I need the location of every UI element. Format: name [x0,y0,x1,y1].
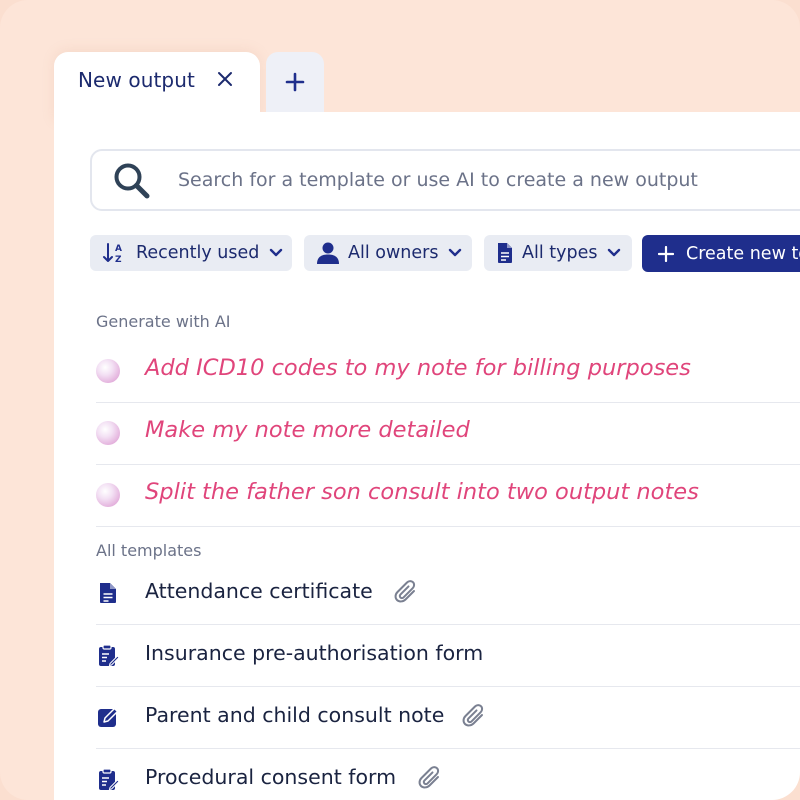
document-icon [100,583,116,603]
clipboard-edit-icon [99,644,120,667]
ai-orb-icon [96,421,120,445]
template-label: Attendance certificate [145,579,373,603]
template-label: Procedural consent form [145,765,397,789]
filter-label: All owners [348,243,439,263]
filter-label: All types [522,243,598,263]
edit-square-icon [98,707,119,727]
section-title-ai: Generate with AI [96,312,231,331]
filter-all-owners[interactable]: All owners [304,235,472,271]
template-item[interactable]: Procedural consent form [96,748,800,800]
filter-all-types[interactable]: All types [484,235,632,271]
filter-recently-used[interactable]: A Z Recently used [90,235,292,271]
paperclip-icon [418,766,440,789]
ai-orb-icon [96,483,120,507]
tab-title: New output [78,68,195,92]
template-label: Insurance pre-authorisation form [145,641,484,665]
search-icon [114,163,150,199]
ai-suggestion-item[interactable]: Make my note more detailed [96,402,800,465]
filter-label: Recently used [136,243,260,263]
section-title-templates: All templates [96,541,202,560]
clipboard-edit-icon [99,768,120,791]
ai-suggestion-item[interactable]: Add ICD10 codes to my note for billing p… [96,340,800,403]
plus-icon [285,72,305,92]
svg-text:Z: Z [115,255,122,265]
chevron-down-icon [270,248,283,257]
ai-suggestion-text: Split the father son consult into two ou… [145,479,699,505]
template-item[interactable]: Insurance pre-authorisation form [96,624,800,687]
template-item[interactable]: Parent and child consult note [96,686,800,749]
main-panel: A Z Recently used All owners All types [54,112,800,800]
ai-orb-icon [96,359,120,383]
search-bar[interactable] [90,149,800,211]
ai-suggestion-text: Make my note more detailed [145,417,470,443]
plus-icon [658,245,674,262]
chevron-down-icon [449,248,462,257]
paperclip-icon [394,580,416,603]
create-button-label: Create new te [686,243,800,264]
ai-suggestion-text: Add ICD10 codes to my note for billing p… [145,355,691,381]
sort-az-icon: A Z [103,243,122,265]
close-icon[interactable] [214,68,236,90]
template-label: Parent and child consult note [145,703,445,727]
app-frame: New output A Z Recently used [0,0,800,800]
search-input[interactable] [176,159,800,201]
chevron-down-icon [608,248,621,257]
create-new-template-button[interactable]: Create new te [642,235,800,272]
paperclip-icon [462,704,484,727]
svg-text:A: A [115,244,122,254]
document-icon [498,243,512,263]
new-tab-button[interactable] [266,52,324,112]
user-icon [317,242,339,264]
template-item[interactable]: Attendance certificate [96,562,800,625]
ai-suggestion-item[interactable]: Split the father son consult into two ou… [96,464,800,527]
